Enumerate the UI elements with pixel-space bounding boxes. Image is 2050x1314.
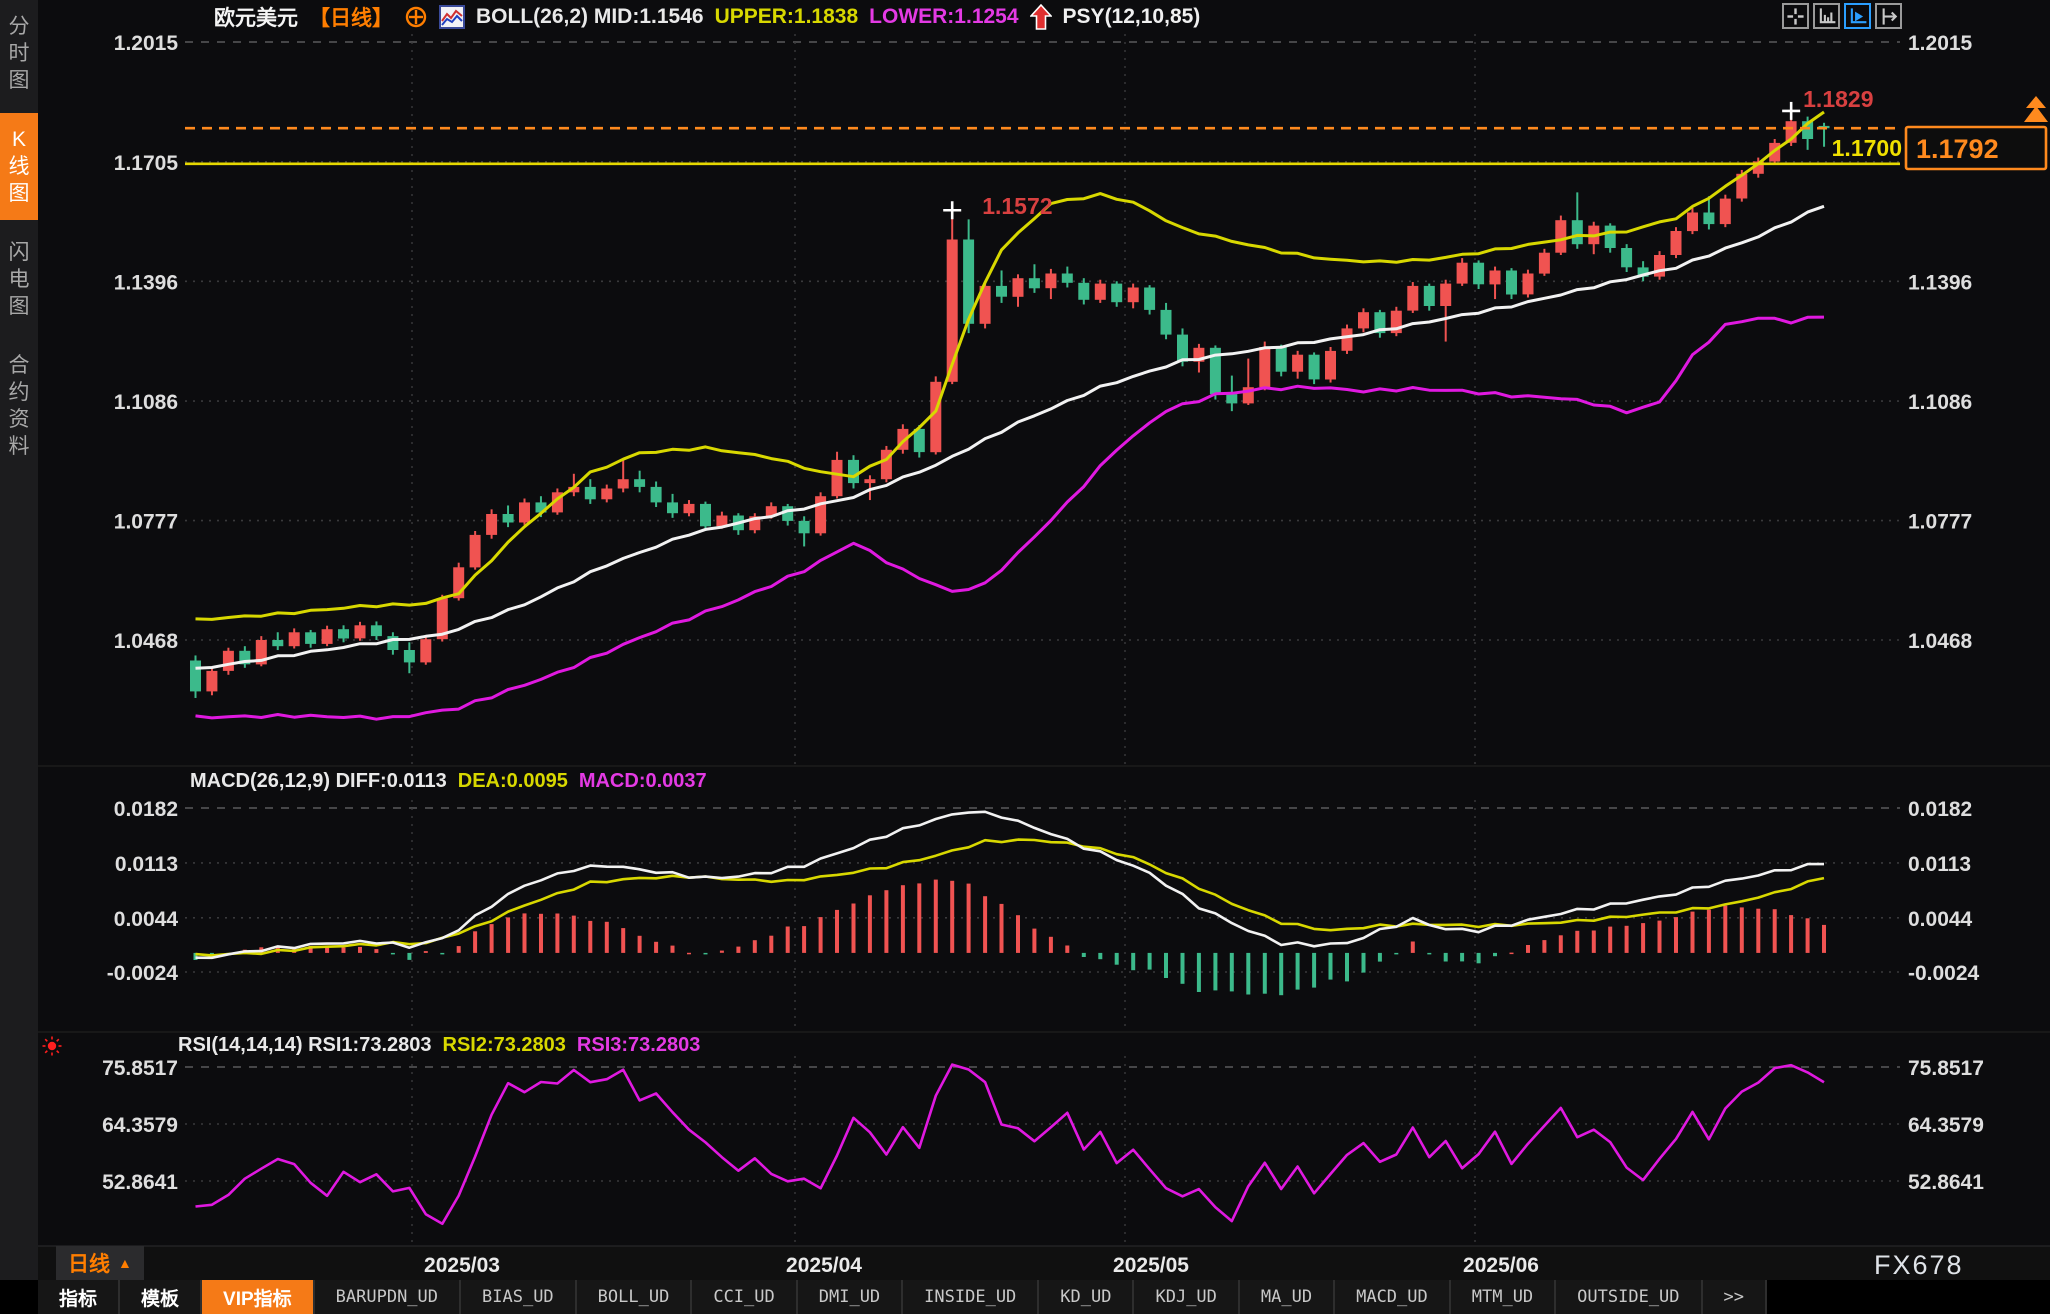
svg-text:1.1086: 1.1086 (114, 391, 178, 414)
svg-text:0.0044: 0.0044 (114, 908, 179, 931)
svg-text:64.3579: 64.3579 (1908, 1114, 1984, 1137)
rsi-header: RSI(14,14,14) RSI1:73.2803 RSI2:73.2803 RS… (178, 1034, 700, 1057)
svg-text:1.1572: 1.1572 (982, 193, 1052, 219)
chart-header: 欧元美元【日线】 BOLL(26,2) MID:1.1546 UPPER:1.183… (214, 3, 1200, 31)
tab-dmiud[interactable]: DMI_UD (798, 1280, 903, 1314)
svg-text:-0.0024: -0.0024 (1908, 962, 1980, 985)
tool-move-icon[interactable] (1782, 3, 1809, 29)
rsi-segment-2: RSI3:73.2803 (577, 1034, 700, 1057)
svg-text:75.8517: 75.8517 (102, 1057, 178, 1080)
left-sidebar: 分时图 K线图闪电图合约资料 (0, 0, 38, 1280)
tab-kdud[interactable]: KD_UD (1039, 1280, 1134, 1314)
tool-play-axes-icon[interactable] (1844, 3, 1871, 29)
svg-text:1.1396: 1.1396 (1908, 271, 1972, 294)
tab-mtmud[interactable]: MTM_UD (1451, 1280, 1556, 1314)
macd-header: MACD(26,12,9) DIFF:0.0113 DEA:0.0095 MACD:… (190, 770, 707, 793)
svg-text:1.2015: 1.2015 (114, 32, 179, 55)
macd-segment-0: MACD(26,12,9) DIFF:0.0113 (190, 770, 447, 793)
svg-text:2025/03: 2025/03 (424, 1254, 500, 1277)
svg-text:1.1829: 1.1829 (1803, 86, 1873, 112)
header-segment-6: LOWER:1.1254 (869, 5, 1018, 29)
header-segment-5: UPPER:1.1838 (715, 5, 859, 29)
tab-outsideud[interactable]: OUTSIDE_UD (1556, 1280, 1702, 1314)
svg-text:64.3579: 64.3579 (102, 1114, 178, 1137)
period-label: 日线 (68, 1248, 110, 1278)
watermark: FX678 (1874, 1250, 1964, 1281)
sidebar-item-2[interactable]: 闪电图 (0, 226, 38, 333)
macd-histogram (194, 880, 1827, 996)
svg-text:0.0182: 0.0182 (1908, 798, 1972, 821)
tab-指标[interactable]: 指标 (38, 1280, 120, 1314)
svg-text:0.0113: 0.0113 (115, 853, 178, 876)
header-segment-0: 欧元美元 (214, 2, 298, 32)
chart-canvas[interactable]: 2025/03 2025/04 2025/05 2025/06 1.2015 1.2015… (0, 0, 2050, 1280)
svg-text:1.0468: 1.0468 (114, 630, 179, 653)
svg-text:1.2015: 1.2015 (1908, 32, 1973, 55)
tab-maud[interactable]: MA_UD (1240, 1280, 1335, 1314)
rsi-segment-1: RSI2:73.2803 (443, 1034, 566, 1057)
header-segment-8: PSY(12,10,85) (1063, 5, 1201, 29)
svg-text:1.1086: 1.1086 (1908, 391, 1972, 414)
tab-vip指标[interactable]: VIP指标 (202, 1280, 315, 1314)
svg-text:1.1705: 1.1705 (114, 152, 179, 175)
tab->>[interactable]: >> (1703, 1280, 1767, 1314)
crosshair-orb-icon[interactable] (404, 5, 428, 29)
mini-chart-icon (439, 5, 465, 29)
svg-text:1.1396: 1.1396 (114, 271, 178, 294)
blink-dot-icon (42, 1036, 62, 1061)
macd-segment-1: DEA:0.0095 (458, 770, 568, 793)
up-arrow-icon (1030, 4, 1052, 30)
svg-text:52.8641: 52.8641 (102, 1171, 178, 1194)
tab-cciud[interactable]: CCI_UD (692, 1280, 797, 1314)
svg-text:2025/06: 2025/06 (1463, 1254, 1539, 1277)
period-selector[interactable]: 日线 ▲ (56, 1246, 144, 1280)
tool-shift-icon[interactable] (1875, 3, 1902, 29)
sidebar-item-3[interactable]: 合约资料 (0, 339, 38, 473)
triangle-up-icon: ▲ (118, 1255, 132, 1271)
macd-segment-2: MACD:0.0037 (579, 770, 707, 793)
svg-text:1.0777: 1.0777 (1908, 511, 1972, 534)
tab-macdud[interactable]: MACD_UD (1335, 1280, 1451, 1314)
sidebar-item-1[interactable]: K线图 (0, 113, 38, 220)
tab-模板[interactable]: 模板 (120, 1280, 202, 1314)
tab-barupdnud[interactable]: BARUPDN_UD (315, 1280, 461, 1314)
tabbar-spacer (1767, 1280, 2050, 1314)
tab-kdjud[interactable]: KDJ_UD (1134, 1280, 1239, 1314)
sidebar-item-0[interactable]: 分时图 (0, 0, 38, 107)
svg-text:1.0468: 1.0468 (1908, 630, 1973, 653)
svg-text:-0.0024: -0.0024 (107, 962, 179, 985)
svg-text:75.8517: 75.8517 (1908, 1057, 1984, 1080)
rsi-segment-0: RSI(14,14,14) RSI1:73.2803 (178, 1034, 432, 1057)
svg-text:1.1792: 1.1792 (1916, 134, 1999, 164)
tabbar-lead-spacer (0, 1280, 38, 1314)
svg-text:2025/04: 2025/04 (786, 1254, 862, 1277)
current-price-box: 1.1792 (1906, 127, 2046, 169)
svg-text:2025/05: 2025/05 (1113, 1254, 1189, 1277)
tab-biasud[interactable]: BIAS_UD (461, 1280, 577, 1314)
svg-text:52.8641: 52.8641 (1908, 1171, 1984, 1194)
svg-text:0.0044: 0.0044 (1908, 908, 1973, 931)
tab-insideud[interactable]: INSIDE_UD (903, 1280, 1039, 1314)
tab-bollud[interactable]: BOLL_UD (577, 1280, 693, 1314)
indicator-tabbar: 指标模板VIP指标BARUPDN_UDBIAS_UDBOLL_UDCCI_UDD… (0, 1280, 2050, 1314)
price-up-arrow-icon (2024, 96, 2048, 122)
tool-axes-icon[interactable] (1813, 3, 1840, 29)
header-segment-1: 【日线】 (309, 2, 393, 32)
fx678-chart-app: { "window": { "watermark": "FX678" }, "s… (0, 0, 2050, 1314)
svg-text:0.0113: 0.0113 (1908, 853, 1971, 876)
svg-text:1.1700: 1.1700 (1832, 135, 1902, 161)
svg-text:1.0777: 1.0777 (114, 511, 178, 534)
header-segment-4: BOLL(26,2) MID:1.1546 (476, 5, 704, 29)
svg-text:0.0182: 0.0182 (114, 798, 178, 821)
chart-toolbar (1782, 3, 1902, 29)
